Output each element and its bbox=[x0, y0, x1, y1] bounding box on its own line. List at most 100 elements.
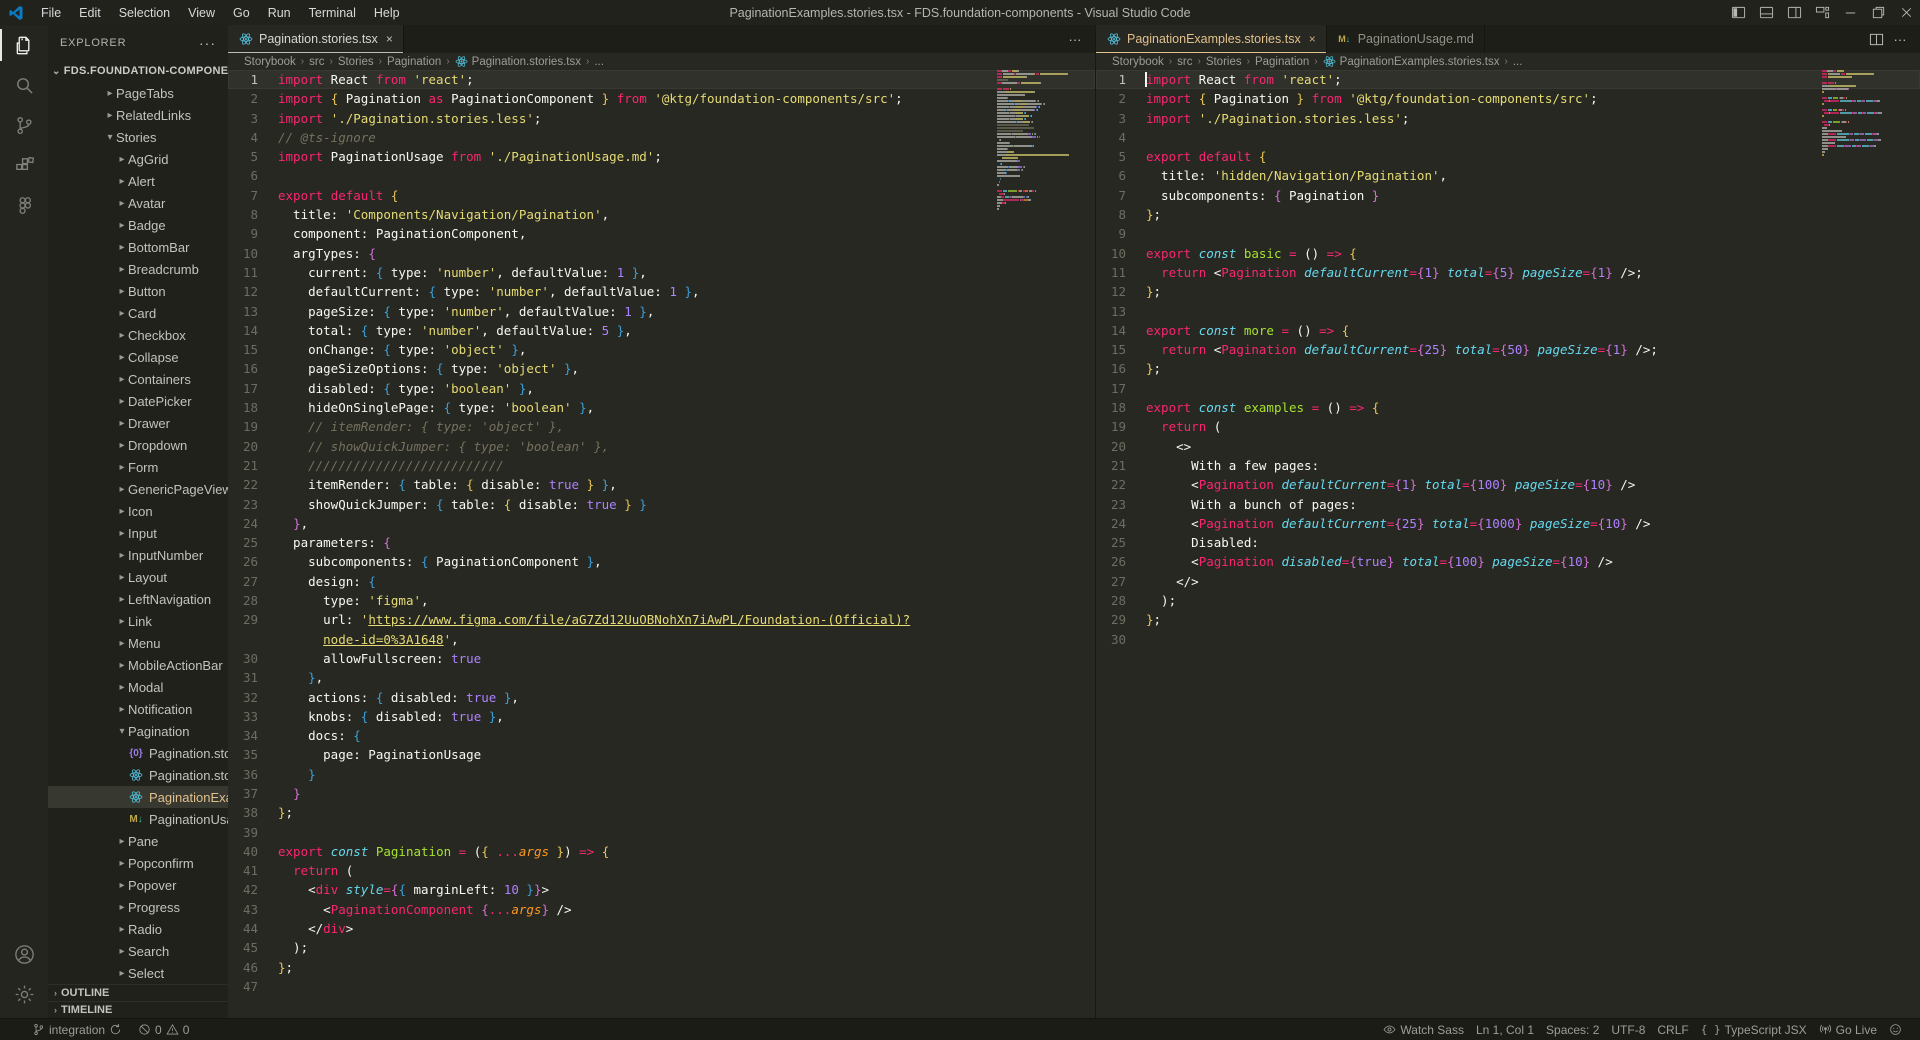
code-line[interactable]: 2import { Pagination as PaginationCompon… bbox=[228, 89, 1095, 108]
code-line[interactable]: 21 With a few pages: bbox=[1096, 456, 1920, 475]
code-line[interactable]: 2import { Pagination } from '@ktg/founda… bbox=[1096, 89, 1920, 108]
code-line[interactable]: 35 page: PaginationUsage bbox=[228, 745, 1095, 764]
code-line[interactable]: 4 bbox=[1096, 128, 1920, 147]
code-line[interactable]: 42 <div style={{ marginLeft: 10 }}> bbox=[228, 880, 1095, 899]
code-line[interactable]: 9 bbox=[1096, 224, 1920, 243]
editor-more-actions-icon[interactable]: ··· bbox=[1888, 32, 1912, 47]
code-line[interactable]: 41 return ( bbox=[228, 861, 1095, 880]
code-line[interactable]: 16 pageSizeOptions: { type: 'object' }, bbox=[228, 359, 1095, 378]
breadcrumb-item[interactable]: src bbox=[309, 56, 324, 68]
editor-more-actions-icon[interactable]: ··· bbox=[1063, 32, 1087, 47]
code-line[interactable]: 24 <Pagination defaultCurrent={25} total… bbox=[1096, 514, 1920, 533]
code-line[interactable]: 16}; bbox=[1096, 359, 1920, 378]
close-icon[interactable] bbox=[1892, 0, 1920, 25]
code-line[interactable]: 3import './Pagination.stories.less'; bbox=[228, 109, 1095, 128]
code-line[interactable]: 37 } bbox=[228, 784, 1095, 803]
breadcrumb-item[interactable]: Stories bbox=[1206, 56, 1242, 68]
code-line[interactable]: 18 hideOnSinglePage: { type: 'boolean' }… bbox=[228, 398, 1095, 417]
code-line[interactable]: 12 defaultCurrent: { type: 'number', def… bbox=[228, 282, 1095, 301]
tree-item[interactable]: ▸DatePicker bbox=[48, 390, 228, 412]
code-line[interactable]: 31 }, bbox=[228, 668, 1095, 687]
extensions-icon[interactable] bbox=[0, 145, 48, 185]
code-editor-right[interactable]: 1import React from 'react';2import { Pag… bbox=[1096, 70, 1920, 1018]
menu-terminal[interactable]: Terminal bbox=[300, 0, 365, 25]
tree-item[interactable]: ▸Layout bbox=[48, 566, 228, 588]
tree-item[interactable]: ▸Containers bbox=[48, 368, 228, 390]
toggle-panel-icon[interactable] bbox=[1752, 0, 1780, 25]
tree-item[interactable]: ▸Popconfirm bbox=[48, 852, 228, 874]
code-line[interactable]: 26 <Pagination disabled={true} total={10… bbox=[1096, 552, 1920, 571]
code-line[interactable]: 22 <Pagination defaultCurrent={1} total=… bbox=[1096, 475, 1920, 494]
tree-item[interactable]: ▸Button bbox=[48, 280, 228, 302]
menu-help[interactable]: Help bbox=[365, 0, 409, 25]
code-line[interactable]: 30 allowFullscreen: true bbox=[228, 649, 1095, 668]
breadcrumb-file[interactable]: PaginationExamples.stories.tsx bbox=[1340, 56, 1500, 68]
code-line[interactable]: 15 onChange: { type: 'object' }, bbox=[228, 340, 1095, 359]
tree-item[interactable]: ▸Input bbox=[48, 522, 228, 544]
code-line[interactable]: 8 title: 'Components/Navigation/Paginati… bbox=[228, 205, 1095, 224]
code-editor-left[interactable]: 1import React from 'react';2import { Pag… bbox=[228, 70, 1095, 1018]
menu-run[interactable]: Run bbox=[259, 0, 300, 25]
source-control-icon[interactable] bbox=[0, 105, 48, 145]
language-mode-status[interactable]: { }TypeScript JSX bbox=[1695, 1019, 1813, 1040]
code-line[interactable]: 13 bbox=[1096, 302, 1920, 321]
tree-item[interactable]: ▸MobileActionBar bbox=[48, 654, 228, 676]
tab-PaginationExamples.stories.tsx[interactable]: PaginationExamples.stories.tsx× bbox=[1096, 25, 1327, 53]
code-line[interactable]: 7export default { bbox=[228, 186, 1095, 205]
code-line[interactable]: 12}; bbox=[1096, 282, 1920, 301]
code-line[interactable]: 11 return <Pagination defaultCurrent={1}… bbox=[1096, 263, 1920, 282]
tree-item[interactable]: {0}Pagination.stories.less bbox=[48, 742, 228, 764]
tree-item[interactable]: ▸RelatedLinks bbox=[48, 104, 228, 126]
code-line[interactable]: 8}; bbox=[1096, 205, 1920, 224]
toggle-secondary-sidebar-icon[interactable] bbox=[1780, 0, 1808, 25]
code-line[interactable]: 23 showQuickJumper: { table: { disable: … bbox=[228, 495, 1095, 514]
code-line[interactable]: 20 <> bbox=[1096, 437, 1920, 456]
tree-item[interactable]: Pagination.stories.tsx bbox=[48, 764, 228, 786]
tree-item[interactable]: ▸Breadcrumb bbox=[48, 258, 228, 280]
code-line[interactable]: 34 docs: { bbox=[228, 726, 1095, 745]
tree-item[interactable]: ▸Popover bbox=[48, 874, 228, 896]
tree-item[interactable]: ▸GenericPageView bbox=[48, 478, 228, 500]
menu-file[interactable]: File bbox=[32, 0, 70, 25]
tree-item[interactable]: ▸PageTabs bbox=[48, 82, 228, 104]
breadcrumb-item[interactable]: src bbox=[1177, 56, 1192, 68]
figma-icon[interactable] bbox=[0, 185, 48, 225]
toggle-sidebar-icon[interactable] bbox=[1724, 0, 1752, 25]
breadcrumb-more[interactable]: ... bbox=[594, 56, 604, 68]
search-icon[interactable] bbox=[0, 65, 48, 105]
code-line[interactable]: 19 // itemRender: { type: 'object' }, bbox=[228, 417, 1095, 436]
minimap-left[interactable] bbox=[997, 70, 1083, 214]
code-line[interactable]: 39 bbox=[228, 823, 1095, 842]
code-line[interactable]: node-id=0%3A1648', bbox=[228, 630, 1095, 649]
tree-item[interactable]: ▸Alert bbox=[48, 170, 228, 192]
code-line[interactable]: 20 // showQuickJumper: { type: 'boolean'… bbox=[228, 437, 1095, 456]
breadcrumb-more[interactable]: ... bbox=[1513, 56, 1523, 68]
breadcrumb-item[interactable]: Pagination bbox=[387, 56, 441, 68]
code-line[interactable]: 29}; bbox=[1096, 610, 1920, 629]
menu-selection[interactable]: Selection bbox=[110, 0, 179, 25]
code-line[interactable]: 47 bbox=[228, 977, 1095, 996]
code-line[interactable]: 22 itemRender: { table: { disable: true … bbox=[228, 475, 1095, 494]
tree-item[interactable]: ▸InputNumber bbox=[48, 544, 228, 566]
code-line[interactable]: 9 component: PaginationComponent, bbox=[228, 224, 1095, 243]
code-line[interactable]: 24 }, bbox=[228, 514, 1095, 533]
code-line[interactable]: 38}; bbox=[228, 803, 1095, 822]
encoding-status[interactable]: UTF-8 bbox=[1605, 1019, 1651, 1040]
code-line[interactable]: 27 design: { bbox=[228, 572, 1095, 591]
code-line[interactable]: 26 subcomponents: { PaginationComponent … bbox=[228, 552, 1095, 571]
code-line[interactable]: 18export const examples = () => { bbox=[1096, 398, 1920, 417]
code-line[interactable]: 11 current: { type: 'number', defaultVal… bbox=[228, 263, 1095, 282]
tree-item[interactable]: ▸Avatar bbox=[48, 192, 228, 214]
code-line[interactable]: 36 } bbox=[228, 765, 1095, 784]
code-line[interactable]: 1import React from 'react'; bbox=[1096, 70, 1920, 89]
tree-item[interactable]: ▸Modal bbox=[48, 676, 228, 698]
code-line[interactable]: 28 type: 'figma', bbox=[228, 591, 1095, 610]
tree-item[interactable]: ▸Collapse bbox=[48, 346, 228, 368]
tab-PaginationUsage.md[interactable]: M↓PaginationUsage.md bbox=[1327, 25, 1485, 53]
tree-item[interactable]: ▸Select bbox=[48, 962, 228, 984]
code-line[interactable]: 46}; bbox=[228, 958, 1095, 977]
tree-item[interactable]: ▸Menu bbox=[48, 632, 228, 654]
explorer-more-icon[interactable]: ··· bbox=[199, 35, 216, 51]
code-line[interactable]: 25 Disabled: bbox=[1096, 533, 1920, 552]
code-line[interactable]: 14export const more = () => { bbox=[1096, 321, 1920, 340]
